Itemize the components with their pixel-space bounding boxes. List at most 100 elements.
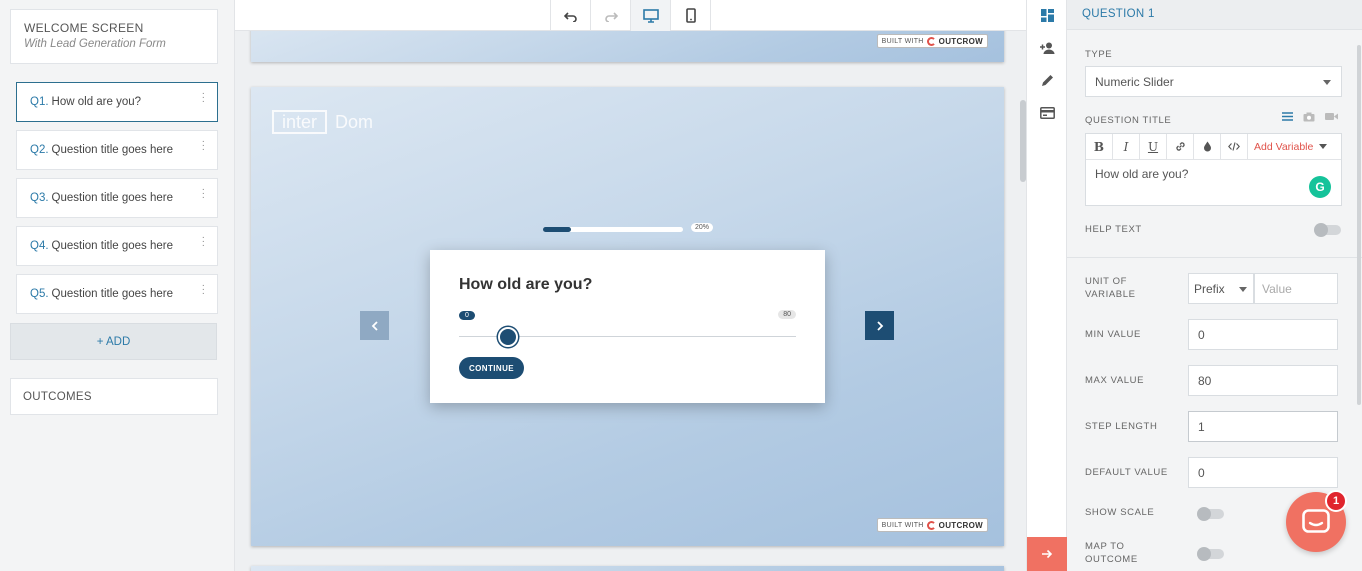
question-title-editor[interactable]: B I U Add Variable How old are you? G [1085, 133, 1342, 206]
desktop-icon [642, 8, 659, 23]
add-user-icon [1039, 42, 1054, 54]
slide-preview-question-1[interactable]: inter Dom 20% How old are you? 0 80 CONT… [251, 87, 1004, 546]
settings-icon-rail [1026, 0, 1067, 571]
question-card: How old are you? 0 80 CONTINUE [430, 250, 825, 403]
section-divider [1067, 257, 1362, 258]
link-icon [1175, 142, 1185, 151]
code-button[interactable] [1221, 134, 1248, 159]
undo-button[interactable] [551, 0, 591, 31]
rail-payment[interactable] [1027, 97, 1067, 128]
max-value-label: MAX VALUE [1085, 375, 1145, 386]
add-variable-label: Add Variable [1254, 140, 1314, 153]
slider-max-badge: 80 [778, 310, 796, 319]
slider-min-badge: 0 [459, 311, 475, 320]
unit-value-input[interactable]: Value [1254, 273, 1338, 304]
progress-percent: 20% [691, 223, 714, 232]
panel-scrollbar[interactable] [1357, 45, 1361, 405]
text-format-icon[interactable] [1282, 112, 1293, 121]
max-value-input[interactable]: 80 [1188, 365, 1338, 396]
question-title: Question title goes here [51, 144, 174, 156]
question-title: Question title goes here [51, 240, 174, 252]
built-with-badge: BUILT WITH OUTCROW [876, 518, 988, 532]
min-value-input[interactable]: 0 [1188, 319, 1338, 350]
continue-button[interactable]: CONTINUE [459, 357, 524, 379]
question-title: Question title goes here [51, 192, 174, 204]
question-title-label: QUESTION TITLE [1085, 115, 1172, 126]
help-text-toggle[interactable] [1314, 223, 1341, 237]
question-number: Q4. [30, 240, 49, 252]
link-button[interactable] [1167, 134, 1194, 159]
question-item-4[interactable]: Q4. Question title goes here · · · [16, 226, 218, 266]
slider-thumb[interactable] [498, 327, 518, 347]
camera-icon[interactable] [1303, 112, 1315, 122]
brand-name: OUTCROW [938, 520, 983, 530]
card-icon [1039, 106, 1055, 119]
unit-prefix-select[interactable]: Prefix [1188, 273, 1254, 304]
desktop-view-button[interactable] [631, 0, 671, 31]
watermark-text: Dom [335, 111, 374, 132]
underline-button[interactable]: U [1140, 134, 1167, 159]
question-item-2[interactable]: Q2. Question title goes here · · · [16, 130, 218, 170]
map-to-outcome-label: MAP TO OUTCOME [1085, 541, 1138, 565]
question-title: Question title goes here [51, 288, 174, 300]
outcrow-logo-icon [926, 36, 936, 46]
min-value-label: MIN VALUE [1085, 329, 1141, 340]
chat-icon [1302, 509, 1330, 533]
more-options-icon[interactable]: · · · [202, 137, 205, 155]
type-select-value: Numeric Slider [1095, 75, 1174, 89]
type-select[interactable]: Numeric Slider [1085, 66, 1342, 97]
layout-icon [1040, 9, 1054, 22]
question-item-1[interactable]: Q1. How old are you? · · · [16, 82, 218, 122]
chevron-down-icon [1323, 80, 1331, 85]
default-value-input[interactable]: 0 [1188, 457, 1338, 488]
editor-toolbar: B I U Add Variable [1086, 134, 1341, 160]
question-number: Q3. [30, 192, 49, 204]
welcome-screen-item[interactable]: WELCOME SCREEN With Lead Generation Form [10, 9, 218, 64]
question-number: Q2. [30, 144, 49, 156]
step-length-input[interactable]: 1 [1188, 411, 1338, 442]
droplet-icon [1203, 141, 1211, 152]
grammarly-icon[interactable]: G [1309, 176, 1331, 198]
add-variable-dropdown[interactable]: Add Variable [1248, 134, 1333, 159]
add-question-button[interactable]: + ADD [10, 323, 217, 360]
rail-question-settings[interactable] [1027, 0, 1067, 31]
more-options-icon[interactable]: · · · [202, 233, 205, 251]
next-button[interactable] [865, 311, 894, 340]
rail-design[interactable] [1027, 65, 1067, 96]
more-options-icon[interactable]: · · · [202, 281, 205, 299]
video-icon[interactable] [1325, 112, 1338, 121]
chevron-left-icon [371, 320, 378, 331]
chevron-down-icon [1319, 144, 1328, 149]
help-text-label: HELP TEXT [1085, 224, 1142, 235]
question-item-5[interactable]: Q5. Question title goes here · · · [16, 274, 218, 314]
progress-fill [543, 227, 571, 232]
collapse-panel-button[interactable] [1027, 537, 1067, 571]
redo-button[interactable] [591, 0, 631, 31]
rail-lead-form[interactable] [1027, 32, 1067, 63]
more-options-icon[interactable]: · · · [202, 89, 205, 107]
welcome-title: WELCOME SCREEN [24, 21, 144, 35]
question-item-3[interactable]: Q3. Question title goes here · · · [16, 178, 218, 218]
outcrow-logo-icon [926, 520, 936, 530]
map-to-outcome-toggle[interactable] [1197, 547, 1224, 561]
step-length-label: STEP LENGTH [1085, 421, 1158, 432]
built-with-text: BUILT WITH [881, 521, 924, 529]
italic-button[interactable]: I [1113, 134, 1140, 159]
question-title-text[interactable]: How old are you? [1095, 167, 1188, 181]
previous-button[interactable] [360, 311, 389, 340]
built-with-text: BUILT WITH [881, 37, 924, 45]
default-value-label: DEFAULT VALUE [1085, 467, 1168, 478]
question-sidebar: WELCOME SCREEN With Lead Generation Form… [0, 0, 235, 571]
bold-button[interactable]: B [1086, 134, 1113, 159]
outcomes-item[interactable]: OUTCOMES [10, 378, 218, 415]
more-options-icon[interactable]: · · · [202, 185, 205, 203]
mobile-view-button[interactable] [671, 0, 711, 31]
preview-toolbar [235, 0, 1026, 31]
chat-notification-badge: 1 [1325, 490, 1347, 512]
redo-icon [604, 11, 618, 22]
color-button[interactable] [1194, 134, 1221, 159]
pencil-icon [1041, 75, 1053, 86]
slide-preview-question-2[interactable] [251, 566, 1004, 571]
show-scale-toggle[interactable] [1197, 507, 1224, 521]
unit-of-variable-label: UNIT OF VARIABLE [1085, 276, 1136, 300]
